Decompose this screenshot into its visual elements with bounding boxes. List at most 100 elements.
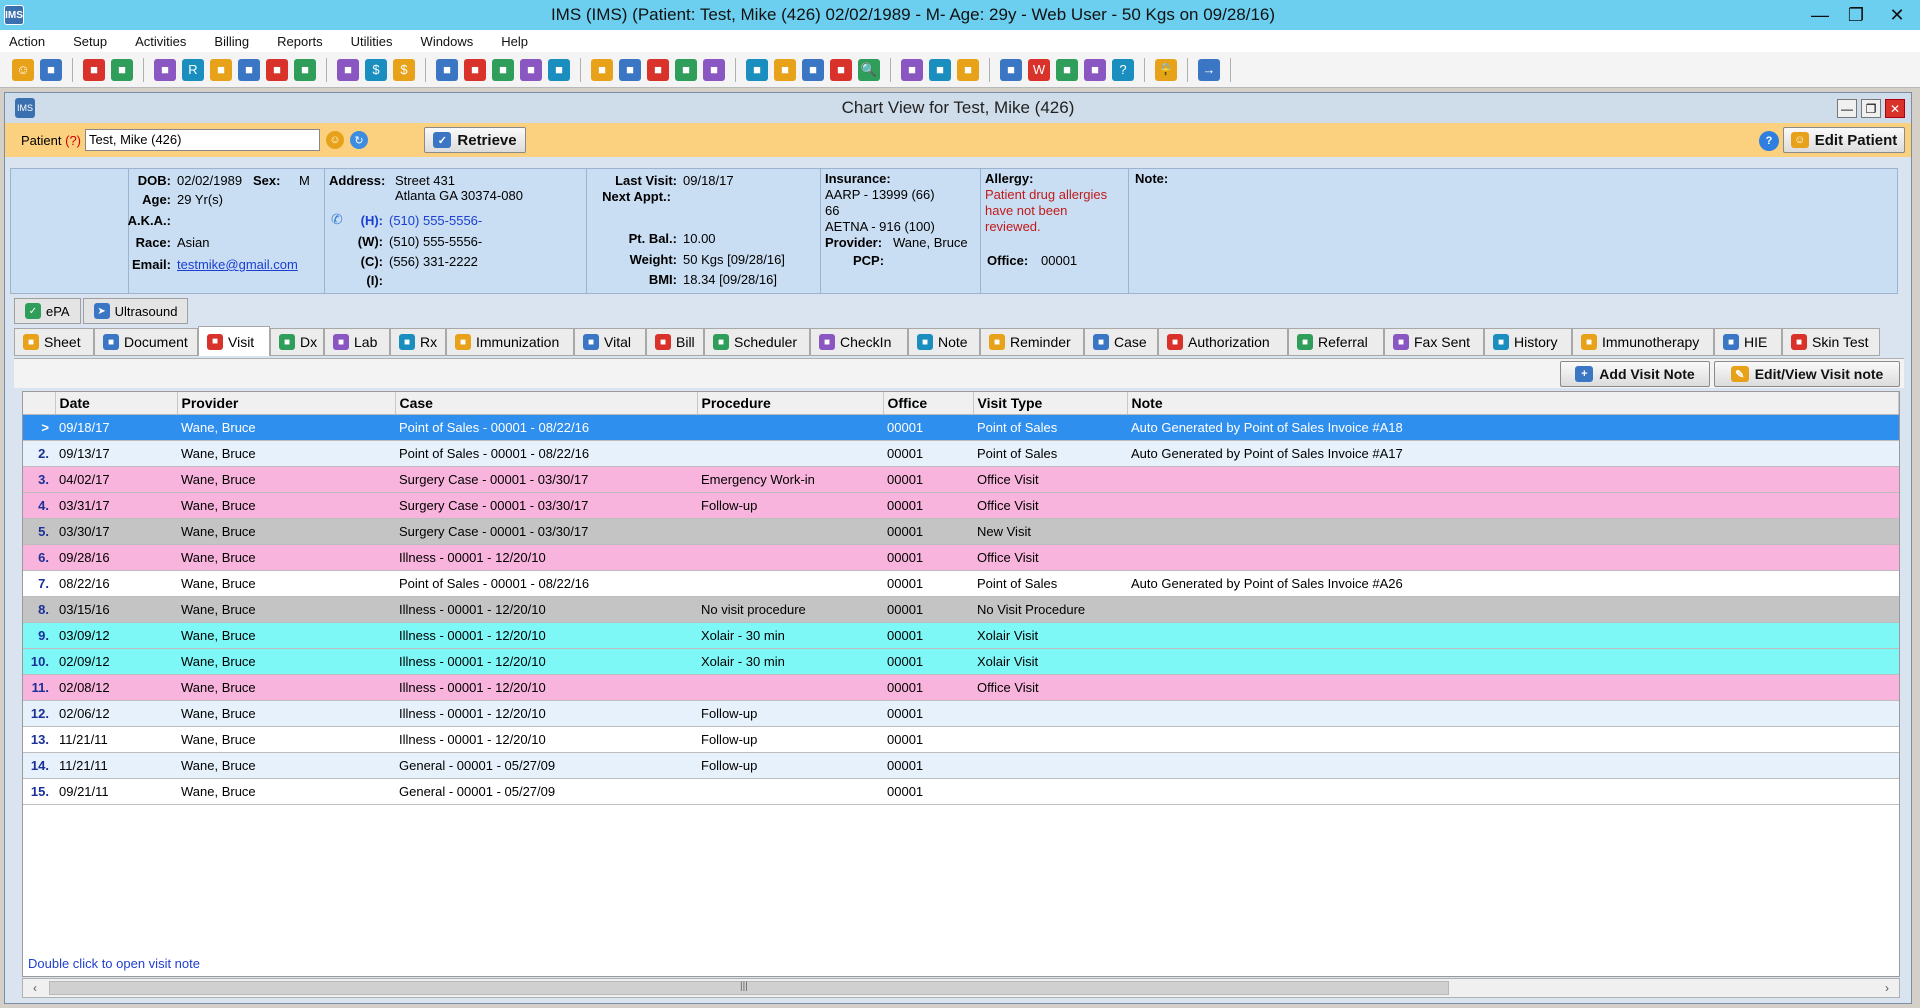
tab-dx[interactable]: ■ Dx [270,328,324,356]
menu-action[interactable]: Action [6,32,48,51]
table-row[interactable]: 14. 11/21/11 Wane, Bruce General - 00001 - … [23,752,1899,779]
scroll-thumb[interactable]: ||| [49,981,1449,995]
tab-epa[interactable]: ✓ ePA [14,298,81,324]
help-icon[interactable]: ? [1112,58,1134,81]
menu-reports[interactable]: Reports [274,32,326,51]
tab-authorization[interactable]: ■ Authorization [1158,328,1288,356]
tab-note[interactable]: ■ Note [908,328,980,356]
minimize-button[interactable]: — [1802,0,1838,30]
patient-help-link[interactable]: (?) [65,133,81,148]
calc-icon[interactable]: ■ [436,58,458,81]
tab-lab[interactable]: ■ Lab [324,328,390,356]
phone-icon[interactable]: ✆ [331,211,343,228]
list-icon[interactable]: ■ [294,58,316,81]
box-icon[interactable]: ■ [647,58,669,81]
table-row[interactable]: >09/18/17 Wane, Bruce Point of Sales - 000… [23,414,1899,441]
menu-setup[interactable]: Setup [70,32,110,51]
menu-help[interactable]: Help [498,32,531,51]
column-header-date[interactable]: Date [55,392,178,415]
tab-fax-sent[interactable]: ■ Fax Sent [1384,328,1484,356]
home-phone-value[interactable]: (510) 555-5556- [389,213,482,228]
doc-icon[interactable]: ■ [1056,58,1078,81]
exit-icon[interactable]: → [1198,58,1220,81]
flask-icon[interactable]: ■ [210,58,232,81]
chart-minimize-button[interactable]: — [1837,99,1857,118]
tab-scheduler[interactable]: ■ Scheduler [704,328,810,356]
email-link[interactable]: testmike@gmail.com [177,257,298,272]
tree-icon[interactable]: ■ [929,58,951,81]
pen-icon[interactable]: ■ [619,58,641,81]
edit-view-visit-note-button[interactable]: ✎ Edit/View Visit note [1714,361,1900,387]
patient-search-icon[interactable]: ☺ [326,131,344,149]
menu-billing[interactable]: Billing [211,32,252,51]
table-row[interactable]: 10. 02/09/12 Wane, Bruce Illness - 00001 - … [23,648,1899,675]
shield-icon[interactable]: ■ [238,58,260,81]
doctor2-icon[interactable]: ■ [83,58,105,81]
tab-history[interactable]: ■ History [1484,328,1572,356]
edit-patient-button[interactable]: ☺ Edit Patient [1783,127,1905,153]
lock-icon[interactable]: 🔒 [1155,58,1177,81]
tab-hie[interactable]: ■ HIE [1714,328,1782,356]
tab-checkin[interactable]: ■ CheckIn [810,328,908,356]
scroll-right-icon[interactable]: › [1877,980,1897,996]
table-row[interactable]: 9. 03/09/12 Wane, Bruce Illness - 00001 - 1… [23,622,1899,649]
patient-refresh-icon[interactable]: ↻ [350,131,368,149]
retrieve-button[interactable]: ✓ Retrieve [424,127,526,153]
edit-icon[interactable]: ■ [154,58,176,81]
column-header-visit-type[interactable]: Visit Type [973,392,1128,415]
tab-immunotherapy[interactable]: ■ Immunotherapy [1572,328,1714,356]
table-row[interactable]: 15. 09/21/11 Wane, Bruce General - 00001 - … [23,778,1899,805]
folder-icon[interactable]: ■ [111,58,133,81]
tab-skin-test[interactable]: ■ Skin Test [1782,328,1880,356]
table-row[interactable]: 6. 09/28/16 Wane, Bruce Illness - 00001 - 1… [23,544,1899,571]
dollar2-icon[interactable]: $ [393,58,415,81]
note-icon[interactable]: ■ [591,58,613,81]
search-icon[interactable]: 🔍 [858,58,880,81]
tab-visit[interactable]: ■ Visit [198,326,270,356]
folder3-icon[interactable]: ■ [746,58,768,81]
column-header-index[interactable] [23,392,56,415]
tool-icon[interactable]: ■ [901,58,923,81]
tab-rx[interactable]: ■ Rx [390,328,446,356]
print-icon[interactable]: ■ [830,58,852,81]
tab-reminder[interactable]: ■ Reminder [980,328,1084,356]
patient-input[interactable]: Test, Mike (426) [85,129,320,151]
folder2-icon[interactable]: ■ [703,58,725,81]
tab-immunization[interactable]: ■ Immunization [446,328,574,356]
word-icon[interactable]: W [1028,58,1050,81]
menu-utilities[interactable]: Utilities [348,32,396,51]
column-header-note[interactable]: Note [1127,392,1899,415]
tab-referral[interactable]: ■ Referral [1288,328,1384,356]
tab-vital[interactable]: ■ Vital [574,328,646,356]
dollar-icon[interactable]: $ [365,58,387,81]
doctor-icon[interactable]: ■ [40,58,62,81]
money-icon[interactable]: ■ [464,58,486,81]
user-icon[interactable]: ☺ [12,58,34,81]
help-icon[interactable]: ? [1759,131,1779,151]
menu-activities[interactable]: Activities [132,32,189,51]
table-row[interactable]: 11. 02/08/12 Wane, Bruce Illness - 00001 - … [23,674,1899,701]
tab-ultrasound[interactable]: ➤ Ultrasound [82,298,189,324]
case-icon[interactable]: ■ [802,58,824,81]
box2-icon[interactable]: ■ [675,58,697,81]
calendar-icon[interactable]: ■ [520,58,542,81]
menu-windows[interactable]: Windows [418,32,477,51]
page-icon[interactable]: ■ [1084,58,1106,81]
table-row[interactable]: 2. 09/13/17 Wane, Bruce Point of Sales - 00… [23,440,1899,467]
table-row[interactable]: 5. 03/30/17 Wane, Bruce Surgery Case - 0000… [23,518,1899,545]
syringe-icon[interactable]: ■ [266,58,288,81]
column-header-case[interactable]: Case [395,392,698,415]
table-row[interactable]: 7. 08/22/16 Wane, Bruce Point of Sales - 00… [23,570,1899,597]
table-row[interactable]: 8. 03/15/16 Wane, Bruce Illness - 00001 - 1… [23,596,1899,623]
tab-sheet[interactable]: ■ Sheet [14,328,94,356]
horizontal-scrollbar[interactable]: ‹ ||| › [22,978,1900,998]
chart-restore-button[interactable]: ❐ [1861,99,1881,118]
tab-document[interactable]: ■ Document [94,328,198,356]
table-row[interactable]: 12. 02/06/12 Wane, Bruce Illness - 00001 - … [23,700,1899,727]
column-header-procedure[interactable]: Procedure [697,392,884,415]
restore-button[interactable]: ❐ [1838,0,1874,30]
column-header-provider[interactable]: Provider [177,392,396,415]
column-header-office[interactable]: Office [883,392,974,415]
import-icon[interactable]: ■ [957,58,979,81]
tab-case[interactable]: ■ Case [1084,328,1158,356]
